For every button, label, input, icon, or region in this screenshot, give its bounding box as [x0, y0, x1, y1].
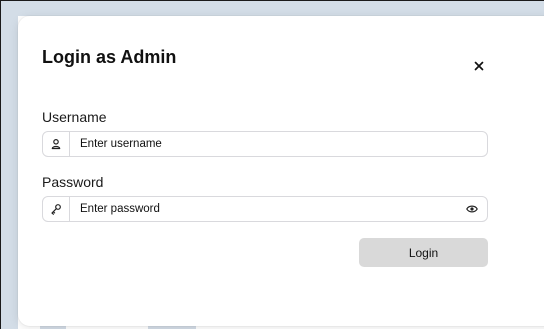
- dialog-title: Login as Admin: [42, 47, 177, 67]
- password-field[interactable]: [42, 196, 488, 222]
- username-input[interactable]: [70, 132, 487, 156]
- frame-border: [0, 0, 544, 1]
- background-block: [340, 0, 544, 16]
- password-label: Password: [42, 174, 104, 190]
- frame-border: [0, 0, 1, 329]
- key-icon: [43, 197, 70, 221]
- username-label: Username: [42, 109, 107, 125]
- username-field[interactable]: [42, 131, 488, 157]
- background-block: [0, 16, 18, 329]
- close-icon[interactable]: [473, 59, 485, 71]
- password-input[interactable]: [70, 197, 457, 221]
- login-button[interactable]: Login: [359, 238, 488, 267]
- user-icon: [43, 132, 70, 156]
- eye-icon[interactable]: [457, 204, 487, 214]
